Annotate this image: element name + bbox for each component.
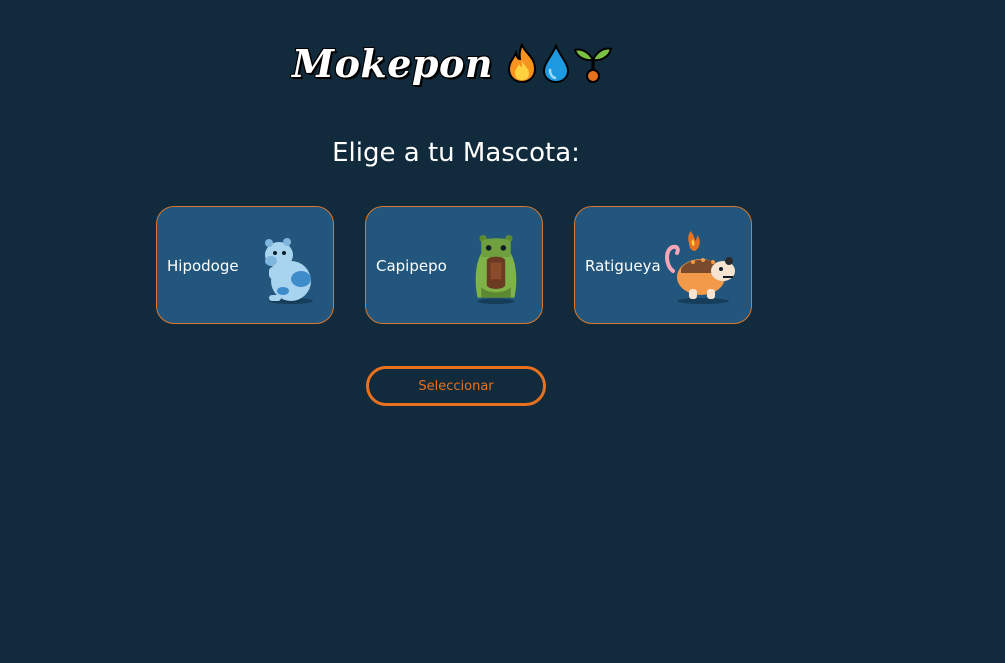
pet-options: Hipodoge Capipepo Ratigueya (156, 206, 752, 324)
fire-icon (507, 43, 536, 83)
game-title: Mokepon (292, 40, 493, 86)
pet-card-capipepo[interactable]: Capipepo (365, 206, 543, 324)
capipepo-creature-icon (475, 235, 517, 305)
droplet-icon (542, 43, 569, 83)
element-icons (505, 42, 613, 84)
hipodoge-creature-icon (265, 238, 313, 304)
pet-card-hipodoge[interactable]: Hipodoge (156, 206, 334, 324)
game-screen: Mokepon Elige a tu Mascota: Hipodoge Cap… (0, 0, 1005, 663)
header: Mokepon (292, 38, 613, 88)
ratigueya-creature-icon (665, 231, 735, 304)
pet-card-label: Capipepo (376, 257, 447, 275)
seedling-icon (573, 47, 613, 83)
pet-card-ratigueya[interactable]: Ratigueya (574, 206, 752, 324)
pet-card-label: Hipodoge (167, 257, 239, 275)
pet-card-label: Ratigueya (585, 257, 661, 275)
choose-pet-heading: Elige a tu Mascota: (332, 138, 580, 168)
select-pet-button[interactable]: Seleccionar (366, 366, 546, 406)
